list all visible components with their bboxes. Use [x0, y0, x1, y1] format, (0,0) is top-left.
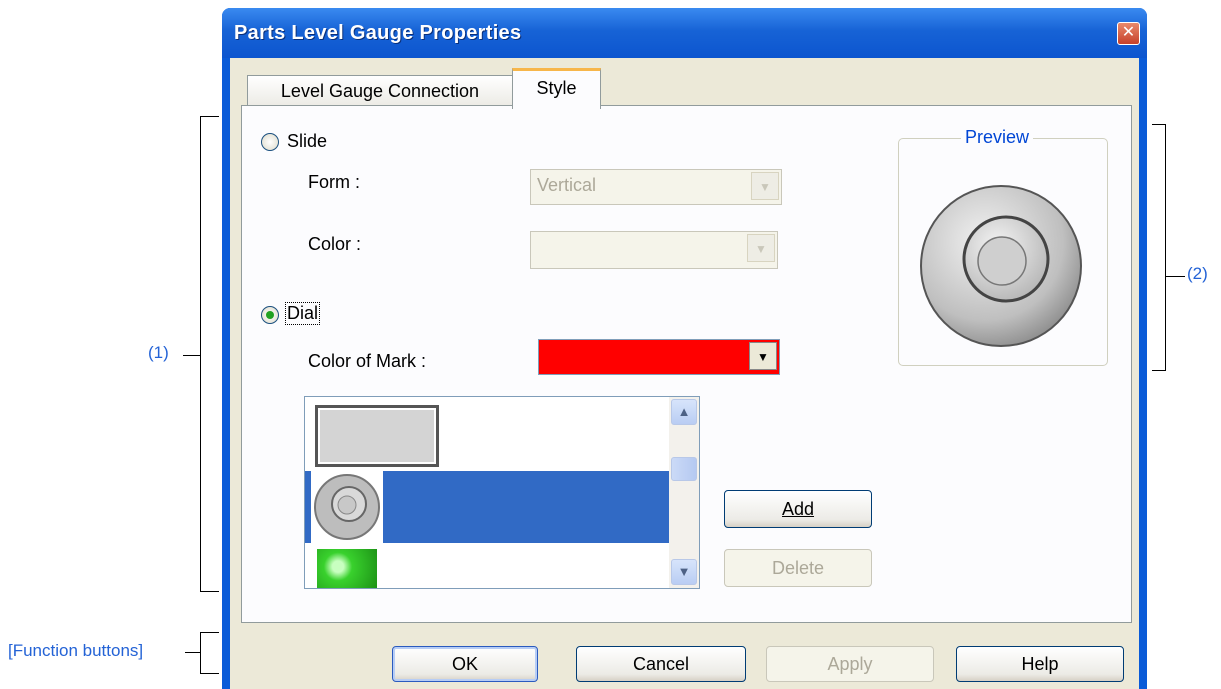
add-button[interactable]: Add: [724, 490, 872, 528]
green-gauge-thumbnail: [317, 549, 377, 588]
dialog-client: Level Gauge Connection Style Slide Form …: [230, 58, 1139, 689]
dial-style-thumbnail: [311, 471, 383, 543]
window-title: Parts Level Gauge Properties: [234, 22, 522, 44]
style-listbox[interactable]: ▲ ▼: [304, 396, 700, 589]
tab-level-gauge-connection[interactable]: Level Gauge Connection: [247, 75, 513, 106]
apply-button[interactable]: Apply: [766, 646, 934, 682]
close-icon: ✕: [1121, 24, 1136, 41]
preview-title: Preview: [961, 127, 1034, 148]
annotation-line-2: [1165, 276, 1185, 277]
list-scrollbar[interactable]: ▲ ▼: [669, 397, 699, 588]
color-of-mark-label: Color of Mark :: [308, 351, 427, 371]
frame-style-thumbnail: [315, 405, 439, 467]
chevron-down-icon[interactable]: ▼: [749, 342, 777, 370]
list-item[interactable]: [305, 543, 669, 588]
tab-style[interactable]: Style: [512, 68, 601, 109]
annotation-area-2: (2): [1187, 264, 1208, 283]
scroll-down-button[interactable]: ▼: [671, 559, 697, 585]
slide-radio[interactable]: [261, 133, 279, 151]
bracket-area-2: [1152, 124, 1166, 371]
help-button[interactable]: Help: [956, 646, 1124, 682]
slide-radio-label[interactable]: Slide: [287, 131, 327, 152]
scroll-thumb[interactable]: [671, 457, 697, 481]
dial-radio[interactable]: [261, 306, 279, 324]
form-select[interactable]: Vertical ▼: [530, 169, 782, 205]
ok-button[interactable]: OK: [392, 646, 538, 682]
dialog-window: Parts Level Gauge Properties ✕ Level Gau…: [222, 8, 1147, 689]
annotation-line-1: [183, 355, 200, 356]
annotation-function-buttons: [Function buttons]: [8, 641, 144, 660]
radio-selected-dot: [266, 311, 274, 319]
help-button-label: Help: [1021, 654, 1059, 674]
form-select-value: Vertical: [537, 175, 597, 195]
annotation-line-function: [185, 652, 200, 653]
ok-button-label: OK: [451, 654, 478, 674]
color-select[interactable]: ▼: [530, 231, 778, 269]
delete-button-label: Delete: [771, 558, 825, 578]
delete-button[interactable]: Delete: [724, 549, 872, 587]
dial-radio-label[interactable]: Dial: [285, 302, 321, 325]
scroll-up-button[interactable]: ▲: [671, 399, 697, 425]
apply-button-label: Apply: [827, 654, 873, 674]
chevron-down-icon[interactable]: ▼: [751, 172, 779, 200]
style-tab-panel: Slide Form : Vertical ▼ Color : ▼ Dial C…: [241, 105, 1132, 623]
cancel-button[interactable]: Cancel: [576, 646, 746, 682]
preview-groupbox: Preview: [898, 127, 1108, 366]
add-button-label: Add: [781, 499, 815, 519]
annotation-area-1: (1): [148, 343, 169, 362]
chevron-down-icon: ▼: [677, 564, 691, 579]
title-bar[interactable]: Parts Level Gauge Properties ✕: [222, 8, 1147, 58]
bracket-area-1: [200, 116, 219, 592]
list-item-selected[interactable]: [305, 471, 669, 543]
chevron-up-icon: ▲: [677, 404, 691, 419]
form-label: Form :: [308, 172, 360, 192]
cancel-button-label: Cancel: [632, 654, 690, 674]
bracket-function-buttons: [200, 632, 219, 674]
close-button[interactable]: ✕: [1117, 22, 1140, 45]
dial-preview-image: [920, 185, 1082, 347]
color-label: Color :: [308, 234, 362, 254]
mark-color-select[interactable]: ▼: [538, 339, 780, 375]
list-item[interactable]: [305, 397, 669, 469]
chevron-down-icon[interactable]: ▼: [747, 234, 775, 262]
